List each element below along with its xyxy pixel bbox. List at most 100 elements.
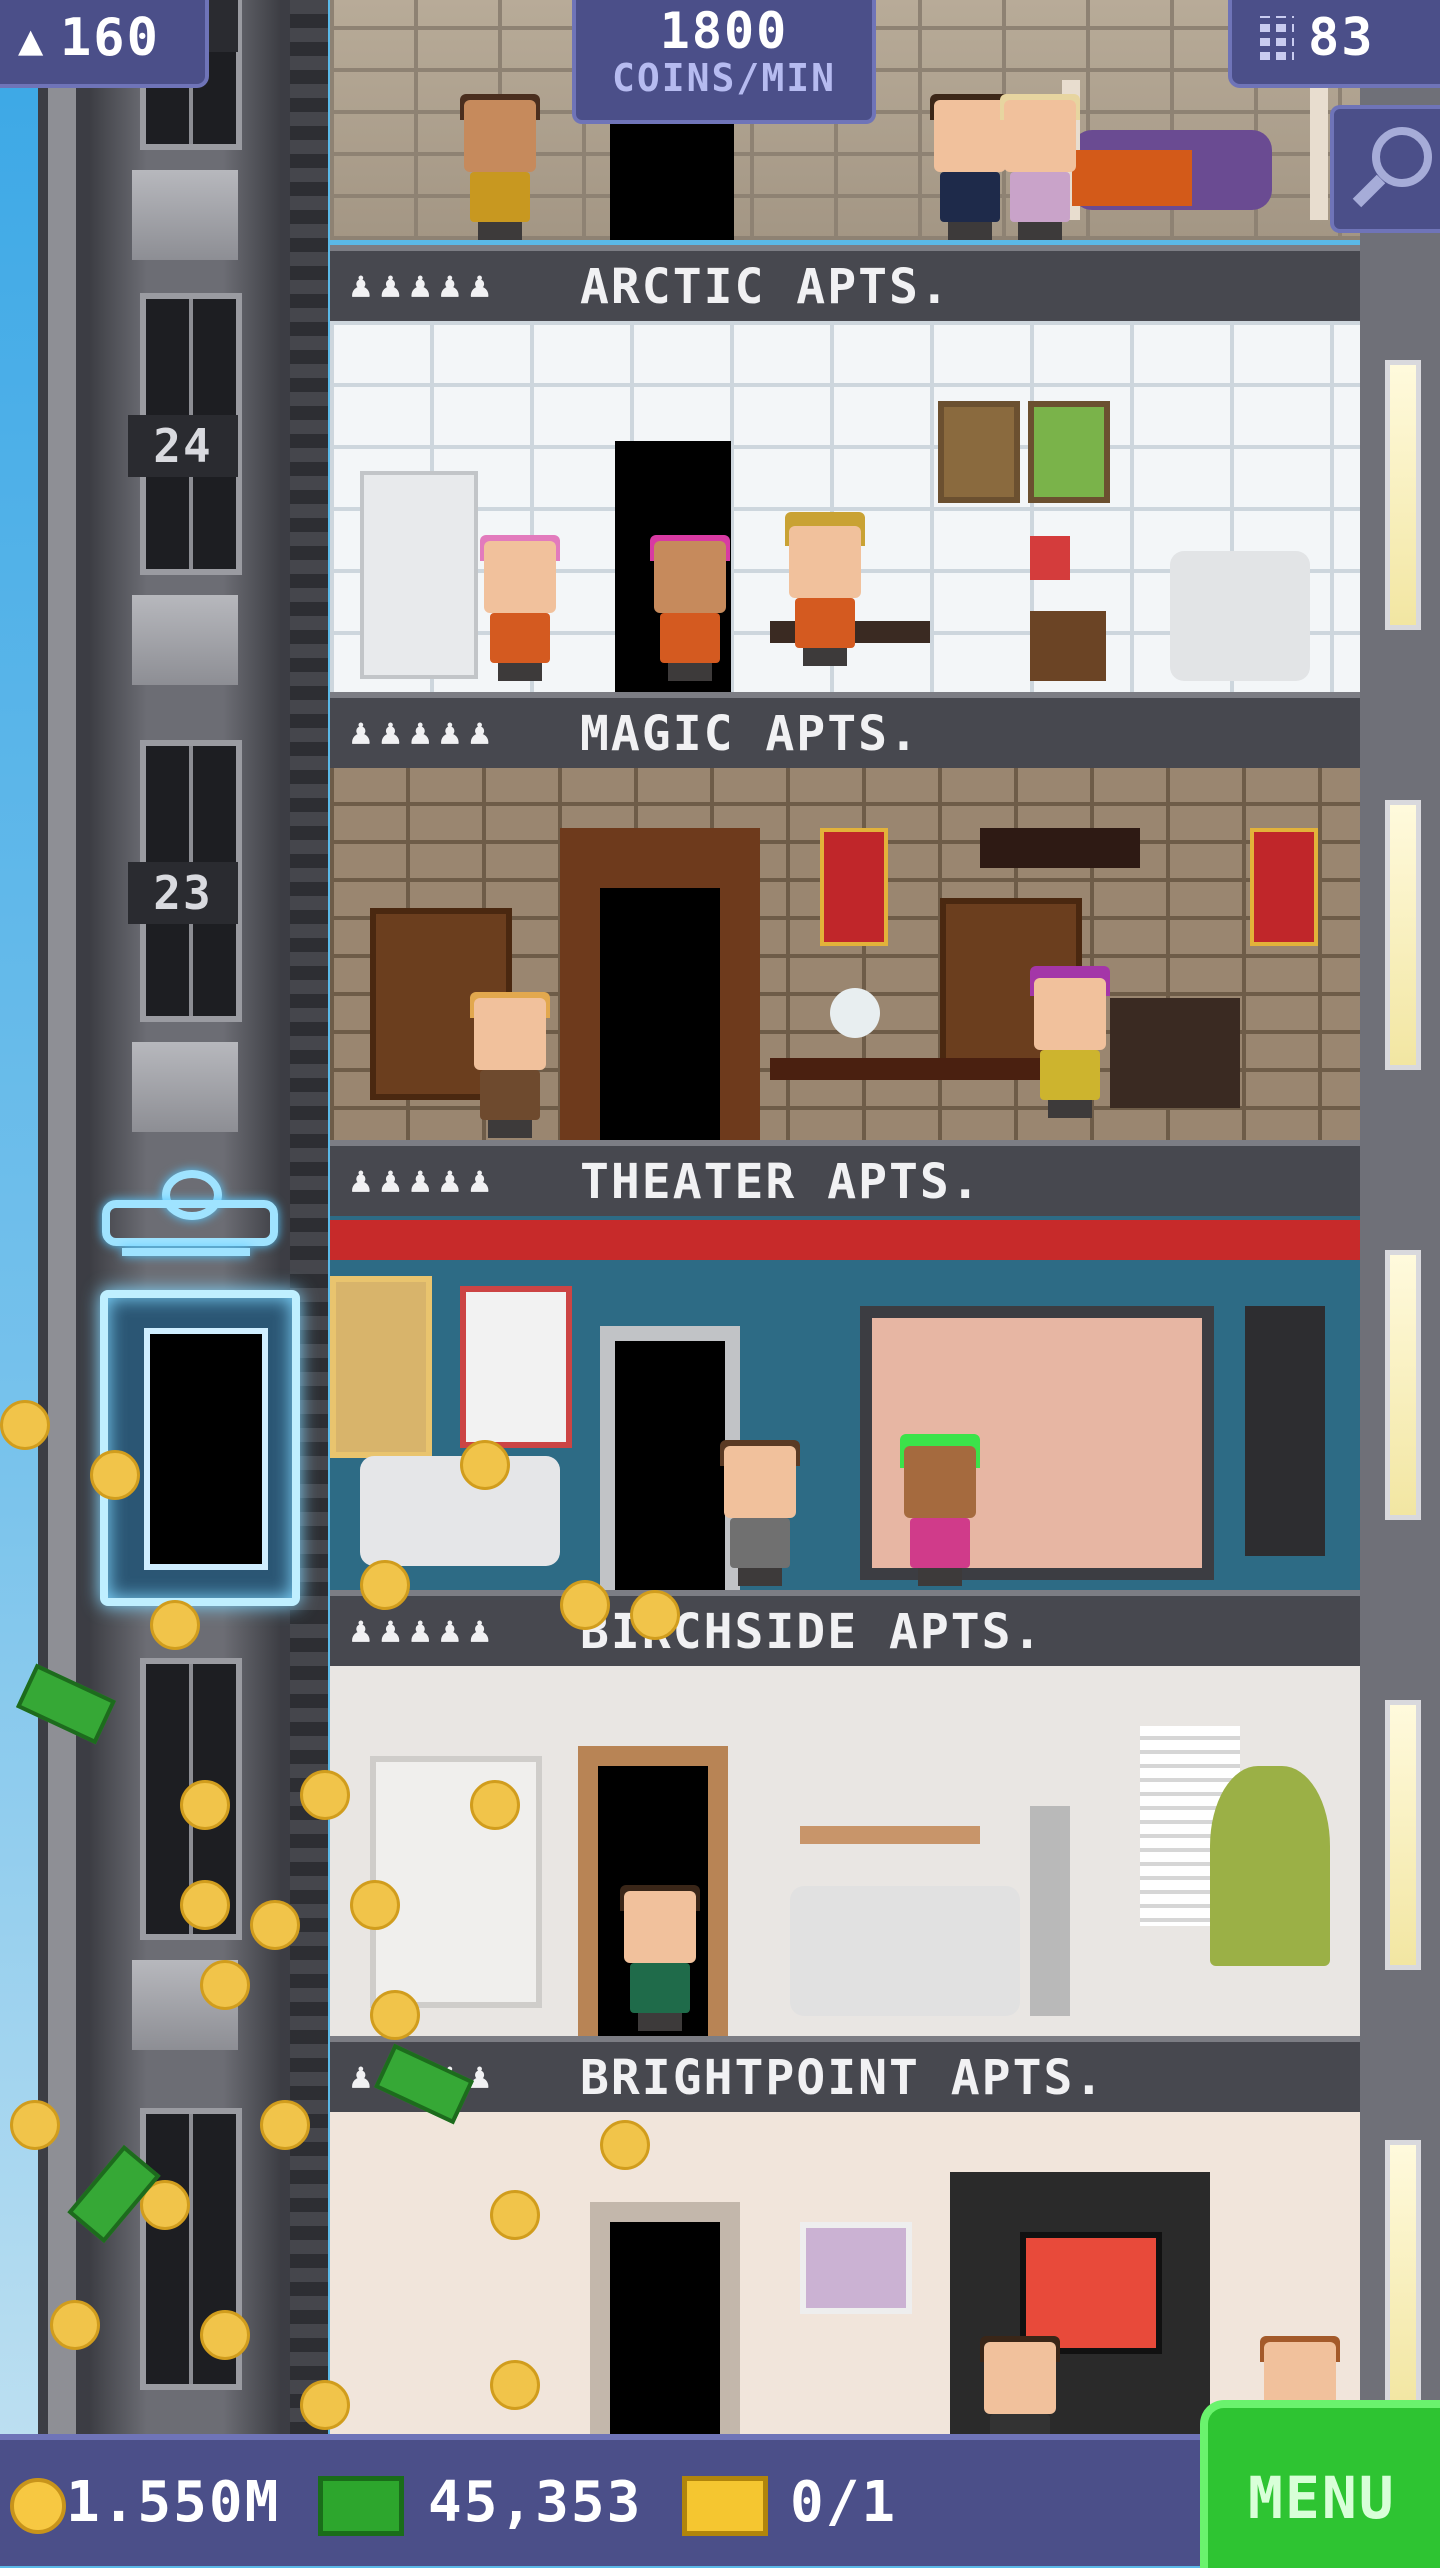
menu-button[interactable]: MENU [1200, 2400, 1440, 2568]
shaft-plate [132, 595, 238, 685]
sofa [790, 1886, 1020, 2016]
floor-birchside[interactable] [330, 1666, 1360, 2040]
floor-count-counter[interactable]: 83 [1228, 0, 1440, 88]
person-arrow-icon: ▲ [18, 15, 44, 64]
resident-slots-icon: ♟♟♟♟♟ [350, 265, 499, 306]
floor-brightpoint[interactable] [330, 2112, 1360, 2434]
floor-name: ARCTIC APTS. [580, 259, 951, 315]
side-table [1030, 611, 1106, 681]
armchair [1170, 551, 1310, 681]
population-value: 160 [60, 8, 160, 68]
population-counter[interactable]: ▲ 160 [0, 0, 209, 88]
floor-label-brightpoint[interactable]: ♟♟♟♟♟ BRIGHTPOINT APTS. [330, 2036, 1360, 2118]
elevator-rail-right [290, 0, 328, 2440]
lamp [1030, 536, 1070, 580]
falling-coin [600, 2120, 650, 2170]
coins-per-min-label: COINS/MIN [612, 56, 836, 100]
fridge [360, 471, 478, 679]
falling-coin [260, 2100, 310, 2150]
chandelier [980, 828, 1140, 868]
floor-theater[interactable] [330, 1216, 1360, 1594]
floor-lamp [1030, 1806, 1070, 2016]
floor-name: THEATER APTS. [580, 1154, 982, 1210]
floor-door [610, 2222, 720, 2434]
falling-coin [350, 1880, 400, 1930]
falling-coin [360, 1560, 410, 1610]
resident[interactable] [470, 992, 550, 1138]
floor-arctic[interactable] [330, 321, 1360, 697]
resident[interactable] [930, 94, 1010, 240]
resident[interactable] [480, 535, 560, 681]
coins-value[interactable]: 1.550M [66, 2470, 280, 2535]
resident[interactable] [785, 512, 865, 666]
coins-per-min-panel[interactable]: 1800 COINS/MIN [572, 0, 876, 124]
window [1385, 2140, 1421, 2410]
floor-label-birchside[interactable]: ♟♟♟♟♟ BIRCHSIDE APTS. [330, 1590, 1360, 1672]
shaft-plate [132, 1042, 238, 1132]
window [1385, 800, 1421, 1070]
falling-coin [630, 1590, 680, 1640]
desk [770, 1058, 1050, 1080]
vip-value[interactable]: 0/1 [790, 2470, 897, 2535]
falling-coin [460, 1440, 510, 1490]
falling-coin [370, 1990, 420, 2040]
shaft-plate [132, 170, 238, 260]
falling-coin [560, 1580, 610, 1630]
resident-slots-icon: ♟♟♟♟♟ [350, 1160, 499, 1201]
floor-name: BRIGHTPOINT APTS. [580, 2050, 1106, 2106]
fire [1072, 150, 1192, 206]
resident[interactable] [460, 94, 540, 240]
resident[interactable] [620, 1885, 700, 2031]
falling-coin [200, 2310, 250, 2360]
floor-label-theater[interactable]: ♟♟♟♟♟ THEATER APTS. [330, 1140, 1360, 1222]
stage-rail [330, 1220, 1360, 1260]
falling-coin [90, 1450, 140, 1500]
tower-bux-icon [318, 2476, 404, 2536]
falling-coin [10, 2100, 60, 2150]
falling-coin [180, 1880, 230, 1930]
vip-ticket-icon [682, 2476, 768, 2536]
floor-label-arctic[interactable]: ♟♟♟♟♟ ARCTIC APTS. [330, 245, 1360, 327]
fireplace [1110, 998, 1240, 1108]
shaft-floor-number: 24 [128, 415, 238, 477]
shaft-floor-lower [90, 1640, 280, 2088]
banner [820, 828, 888, 946]
framed-picture [938, 401, 1020, 503]
floor-magic[interactable] [330, 768, 1360, 1148]
menu-label: MENU [1248, 2464, 1396, 2532]
plant [1210, 1766, 1330, 1966]
poster [460, 1286, 572, 1448]
resident[interactable] [720, 1440, 800, 1586]
coin-icon [10, 2478, 66, 2534]
window [1385, 1250, 1421, 1520]
tower-bux-value[interactable]: 45,353 [428, 2470, 642, 2535]
framed-picture [1028, 401, 1110, 503]
elevator-rail-left [48, 0, 76, 2440]
falling-coin [0, 1400, 50, 1450]
speaker [1245, 1306, 1325, 1556]
falling-coin [300, 2380, 350, 2430]
crystal-ball [830, 988, 880, 1038]
window [1385, 1700, 1421, 1970]
shelf [800, 1826, 980, 1844]
building-icon [1254, 16, 1294, 66]
resident-slots-icon: ♟♟♟♟♟ [350, 1610, 499, 1651]
falling-coin [50, 2300, 100, 2350]
resident[interactable] [980, 2336, 1060, 2434]
floor-door [615, 1341, 725, 1594]
floor-label-magic[interactable]: ♟♟♟♟♟ MAGIC APTS. [330, 692, 1360, 774]
falling-coin [180, 1780, 230, 1830]
falling-coin [490, 2190, 540, 2240]
resident[interactable] [1000, 94, 1080, 240]
framed-picture [800, 2222, 912, 2314]
shaft-floor-23: 23 [90, 722, 280, 1170]
floor-door [600, 888, 720, 1148]
resident[interactable] [900, 1434, 980, 1586]
falling-coin [200, 1960, 250, 2010]
resident[interactable] [1030, 966, 1110, 1118]
falling-coin [490, 2360, 540, 2410]
falling-coin [470, 1780, 520, 1830]
elevator-car[interactable] [92, 1160, 300, 1640]
resident[interactable] [650, 535, 730, 681]
search-button[interactable] [1330, 105, 1440, 233]
